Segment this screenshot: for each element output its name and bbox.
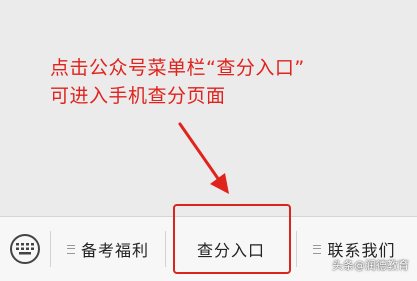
menu-item-exam-benefits[interactable]: 备考福利 <box>51 217 165 281</box>
menu-list-icon <box>313 244 322 254</box>
watermark: 头条@润德教育 <box>332 259 409 272</box>
menu-list-icon <box>66 244 75 254</box>
annotation-arrow-icon <box>178 122 229 194</box>
annotation-line-2: 可进入手机查分页面 <box>50 85 226 107</box>
annotation-line-1: 点击公众号菜单栏“查分入口” <box>50 57 305 79</box>
keyboard-icon <box>16 243 34 255</box>
keyboard-toggle-button[interactable] <box>10 234 40 264</box>
menu-item-label: 备考福利 <box>80 241 149 260</box>
highlight-box <box>173 204 291 274</box>
annotation-text: 点击公众号菜单栏“查分入口” 可进入手机查分页面 <box>50 54 305 110</box>
